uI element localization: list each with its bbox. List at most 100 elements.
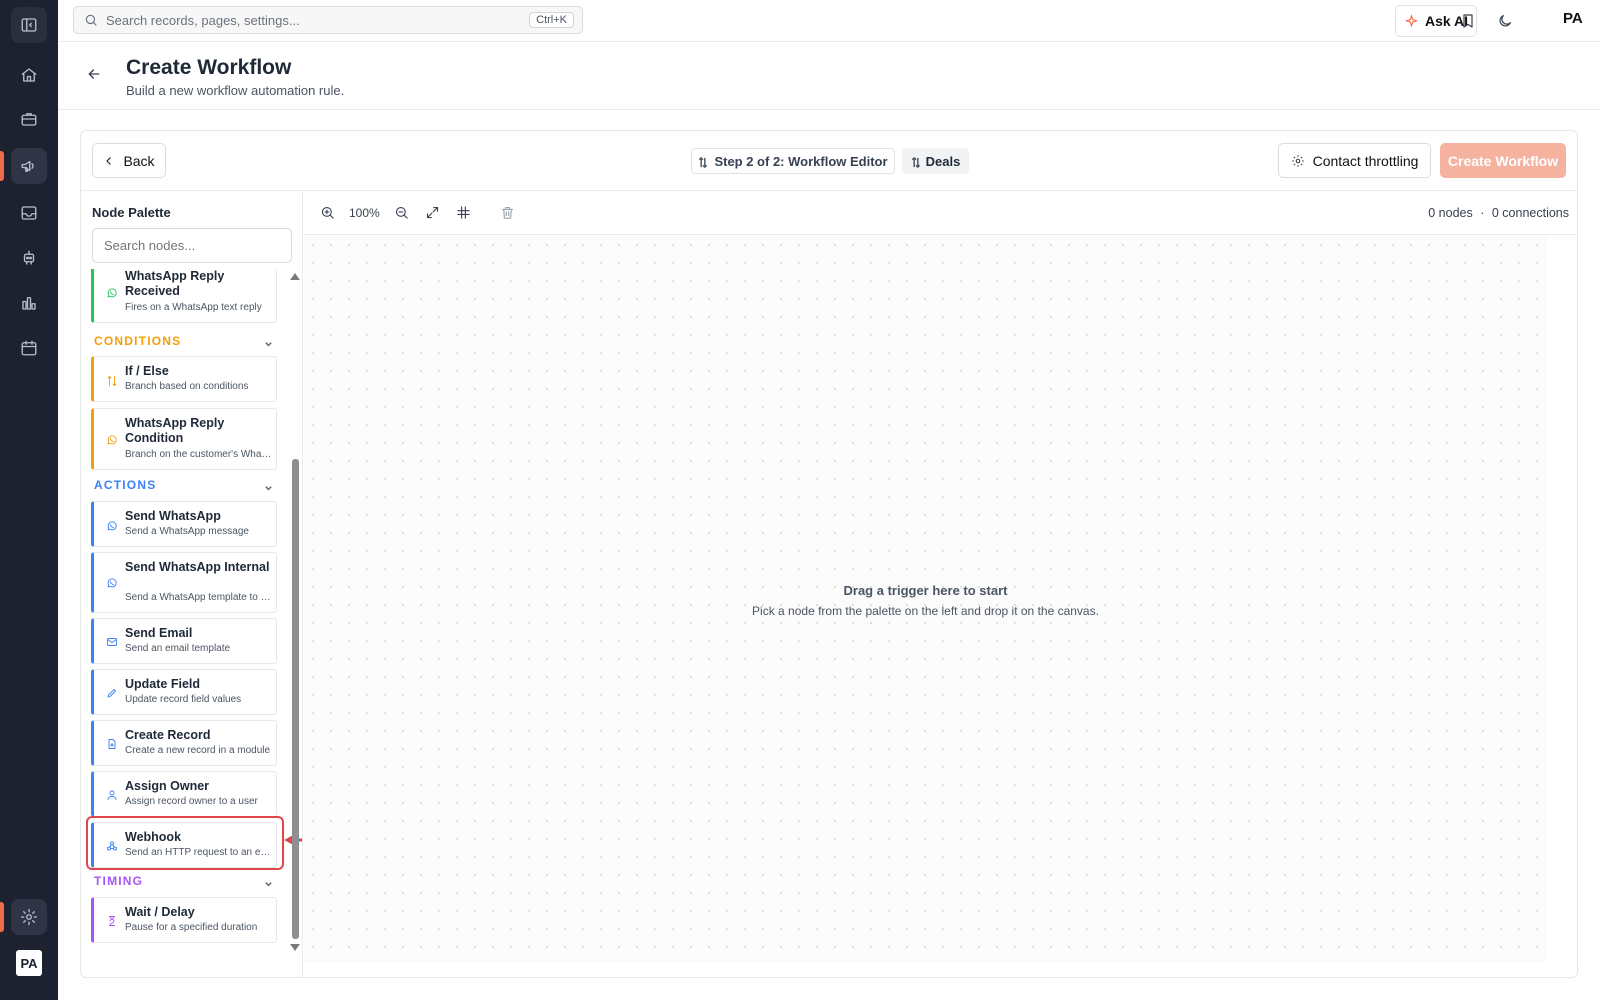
contact-throttling-label: Contact throttling bbox=[1312, 152, 1419, 169]
zoom-out-button[interactable] bbox=[394, 205, 410, 221]
active-indicator bbox=[0, 151, 4, 181]
search-placeholder: Search records, pages, settings... bbox=[106, 12, 300, 28]
gear-icon bbox=[20, 908, 38, 926]
pencil-icon bbox=[106, 686, 118, 698]
file-plus-icon bbox=[106, 737, 118, 749]
robot-icon bbox=[23, 250, 35, 265]
node-send-whatsapp[interactable]: Send WhatsApp Send a WhatsApp message bbox=[91, 501, 277, 547]
sidebar-item-deals[interactable] bbox=[11, 101, 47, 137]
node-wait-delay[interactable]: Wait / Delay Pause for a specified durat… bbox=[91, 897, 277, 943]
settings-indicator bbox=[0, 902, 4, 932]
chevron-left-icon bbox=[106, 156, 112, 165]
bar-chart-icon bbox=[22, 297, 36, 310]
node-description: Pause for a specified duration bbox=[125, 922, 258, 933]
node-update-field[interactable]: Update Field Update record field values bbox=[91, 669, 277, 715]
node-whatsapp-reply-received[interactable]: WhatsApp Reply Received Fires on a Whats… bbox=[91, 269, 277, 323]
scroll-down-arrow[interactable] bbox=[290, 944, 300, 951]
node-create-record[interactable]: Create Record Create a new record in a m… bbox=[91, 720, 277, 766]
sidebar-item-calendar[interactable] bbox=[11, 330, 47, 366]
step-label: Step 2 of 2: Workflow Editor bbox=[714, 153, 888, 169]
palette-list: WhatsApp Reply Received Fires on a Whats… bbox=[81, 269, 302, 978]
hourglass-icon bbox=[106, 914, 118, 926]
contact-throttling-button[interactable]: Contact throttling bbox=[1278, 143, 1431, 178]
whatsapp-icon bbox=[106, 433, 118, 445]
canvas-counts: 0 nodes · 0 connections bbox=[1428, 206, 1569, 220]
node-description: Send a WhatsApp message bbox=[125, 526, 249, 537]
user-icon bbox=[106, 788, 118, 800]
sidebar-item-inbox[interactable] bbox=[11, 195, 47, 231]
sidebar-item-campaigns[interactable] bbox=[11, 148, 47, 184]
module-label: Deals bbox=[925, 153, 961, 169]
sidebar-item-automation[interactable] bbox=[11, 240, 47, 276]
sidebar-item-reports[interactable] bbox=[11, 285, 47, 321]
editor-toolbar: Back Step 2 of 2: Workflow Editor Deals … bbox=[81, 131, 1577, 191]
sidebar-item-home[interactable] bbox=[11, 57, 47, 93]
arrow-left-icon bbox=[88, 69, 100, 79]
step-indicator: Step 2 of 2: Workflow Editor bbox=[691, 148, 895, 174]
nodes-count: 0 nodes bbox=[1428, 206, 1473, 220]
global-search[interactable]: Search records, pages, settings... Ctrl+… bbox=[73, 6, 583, 34]
section-actions[interactable]: ACTIONS bbox=[94, 478, 156, 492]
zoom-level: 100% bbox=[349, 206, 380, 220]
fit-view-button[interactable] bbox=[425, 205, 441, 221]
chevron-down-icon[interactable] bbox=[264, 336, 274, 347]
moon-icon bbox=[1499, 15, 1511, 27]
calendar-icon bbox=[21, 340, 37, 356]
workflow-canvas[interactable]: Drag a trigger here to start Pick a node… bbox=[304, 236, 1547, 962]
delete-button[interactable] bbox=[500, 205, 516, 221]
node-description: Send an email template bbox=[125, 643, 231, 654]
node-title: WhatsApp Reply Received bbox=[125, 269, 225, 298]
create-workflow-button[interactable]: Create Workflow bbox=[1440, 143, 1566, 178]
scroll-thumb[interactable] bbox=[292, 459, 299, 939]
node-description: Branch based on conditions bbox=[125, 381, 249, 392]
whatsapp-icon bbox=[106, 286, 118, 298]
empty-state-subtitle: Pick a node from the palette on the left… bbox=[752, 604, 1099, 618]
expand-icon bbox=[426, 206, 439, 219]
node-if-else[interactable]: If / Else Branch based on conditions bbox=[91, 356, 277, 402]
node-assign-owner[interactable]: Assign Owner Assign record owner to a us… bbox=[91, 771, 277, 817]
node-send-whatsapp-internal[interactable]: Send WhatsApp Internal Send a WhatsApp t… bbox=[91, 552, 277, 613]
trash-icon bbox=[501, 206, 514, 219]
node-description: Fires on a WhatsApp text reply bbox=[125, 302, 262, 313]
node-title: WhatsApp Reply Condition bbox=[125, 416, 225, 445]
sidebar-toggle-icon bbox=[21, 18, 37, 32]
node-description: Branch on the customer's WhatsApp reply bbox=[125, 449, 273, 460]
chevron-down-icon[interactable] bbox=[264, 480, 274, 491]
theme-toggle-button[interactable] bbox=[1495, 11, 1515, 31]
node-title: Update Field bbox=[125, 677, 201, 691]
node-send-email[interactable]: Send Email Send an email template bbox=[91, 618, 277, 664]
empty-state-title: Drag a trigger here to start bbox=[843, 583, 1008, 598]
search-icon bbox=[85, 14, 97, 26]
user-avatar[interactable]: PA bbox=[16, 950, 42, 976]
back-label: Back bbox=[123, 152, 155, 169]
sidebar-item-settings[interactable] bbox=[11, 899, 47, 935]
palette-scrollbar[interactable] bbox=[290, 269, 300, 978]
node-title: Send Email bbox=[125, 626, 193, 640]
section-timing[interactable]: TIMING bbox=[94, 874, 143, 888]
node-description: Update record field values bbox=[125, 694, 242, 705]
grid-icon bbox=[457, 206, 470, 219]
bookmark-icon bbox=[1463, 14, 1473, 28]
node-whatsapp-reply-condition[interactable]: WhatsApp Reply Condition Branch on the c… bbox=[91, 408, 277, 470]
node-title: Assign Owner bbox=[125, 779, 210, 793]
top-user-avatar[interactable]: PA bbox=[1563, 10, 1583, 27]
bookmark-button[interactable] bbox=[1458, 11, 1478, 31]
chevron-down-icon[interactable] bbox=[264, 876, 274, 887]
mail-icon bbox=[106, 635, 118, 647]
whatsapp-icon bbox=[106, 519, 118, 531]
page-back-button[interactable] bbox=[86, 66, 104, 84]
grid-toggle-button[interactable] bbox=[456, 205, 472, 221]
zoom-in-button[interactable] bbox=[320, 205, 336, 221]
top-bar: Search records, pages, settings... Ctrl+… bbox=[58, 0, 1600, 42]
back-button[interactable]: Back bbox=[92, 143, 166, 178]
palette-title: Node Palette bbox=[92, 205, 171, 220]
workflow-editor-card: Back Step 2 of 2: Workflow Editor Deals … bbox=[80, 130, 1579, 978]
node-search-input[interactable] bbox=[92, 228, 292, 263]
home-icon bbox=[21, 68, 37, 82]
sidebar-toggle-button[interactable] bbox=[11, 7, 47, 43]
branch-icon bbox=[106, 374, 118, 386]
section-conditions[interactable]: CONDITIONS bbox=[94, 334, 181, 348]
scroll-up-arrow[interactable] bbox=[290, 273, 300, 280]
connections-count: 0 connections bbox=[1491, 206, 1569, 220]
gear-icon bbox=[1291, 154, 1304, 167]
